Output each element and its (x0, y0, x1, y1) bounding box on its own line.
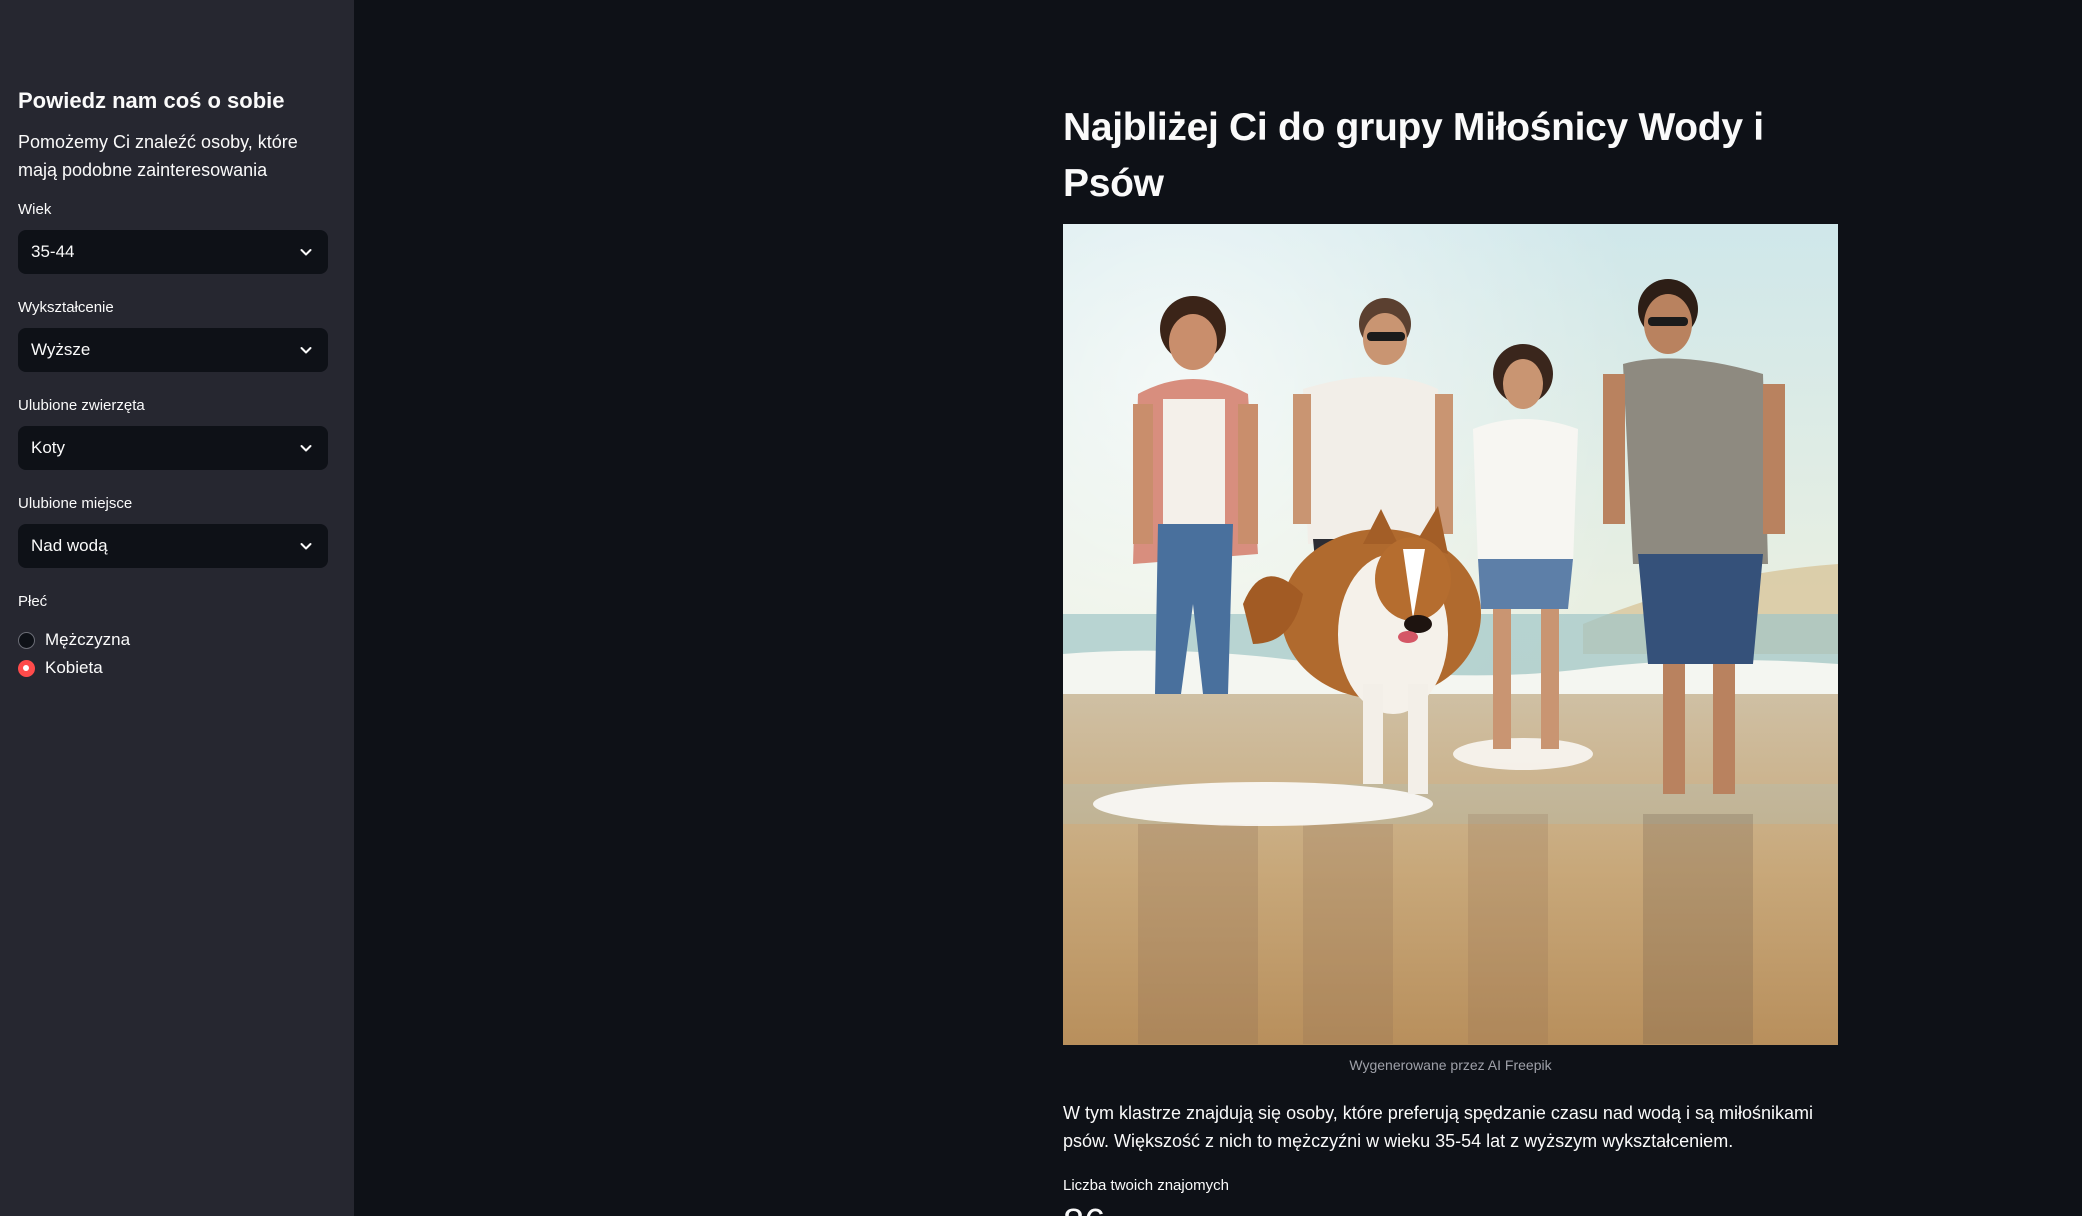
metric-label: Liczba twoich znajomych (1063, 1177, 1229, 1194)
place-select[interactable]: Nad wodą (18, 524, 328, 568)
main-content: Najbliżej Ci do grupy Miłośnicy Wody i P… (1063, 100, 1838, 1216)
sidebar-description: Pomożemy Ci znaleźć osoby, które mają po… (18, 132, 298, 180)
chevron-down-icon (300, 249, 312, 256)
age-select[interactable]: 35-44 (18, 230, 328, 274)
image-caption: Wygenerowane przez AI Freepik (1349, 1057, 1552, 1073)
place-label: Ulubione miejsce (18, 495, 133, 512)
chevron-down-icon (300, 543, 312, 550)
animals-select[interactable]: Koty (18, 426, 328, 470)
beach-dog-photo (1063, 224, 1838, 1045)
cluster-description: W tym klastrze znajdują się osoby, które… (1063, 1103, 1814, 1151)
page-title: Najbliżej Ci do grupy Miłośnicy Wody i P… (1063, 106, 1764, 205)
animals-label: Ulubione zwierzęta (18, 397, 145, 414)
gender-option-female[interactable]: Kobieta (18, 654, 336, 682)
cluster-image (1063, 224, 1838, 1045)
place-select-value: Nad wodą (31, 536, 108, 555)
gender-option-label: Kobieta (45, 658, 103, 677)
radio-unchecked-icon[interactable] (18, 631, 35, 649)
sidebar-title: Powiedz nam coś o sobie (18, 88, 285, 113)
gender-option-label: Mężczyzna (45, 630, 131, 649)
gender-radio-group: Mężczyzna Kobieta (18, 626, 336, 682)
chevron-down-icon (300, 445, 312, 452)
gender-label: Płeć (18, 593, 48, 610)
metric-value: 86 (1063, 1200, 1838, 1216)
age-label: Wiek (18, 201, 52, 218)
education-select-value: Wyższe (31, 340, 91, 359)
gender-option-male[interactable]: Mężczyzna (18, 626, 336, 654)
animals-select-value: Koty (31, 438, 66, 457)
chevron-down-icon (300, 347, 312, 354)
education-select[interactable]: Wyższe (18, 328, 328, 372)
radio-checked-icon[interactable] (18, 659, 35, 677)
education-label: Wykształcenie (18, 299, 114, 316)
age-select-value: 35-44 (31, 242, 75, 261)
sidebar: Powiedz nam coś o sobie Pomożemy Ci znal… (0, 0, 354, 1216)
